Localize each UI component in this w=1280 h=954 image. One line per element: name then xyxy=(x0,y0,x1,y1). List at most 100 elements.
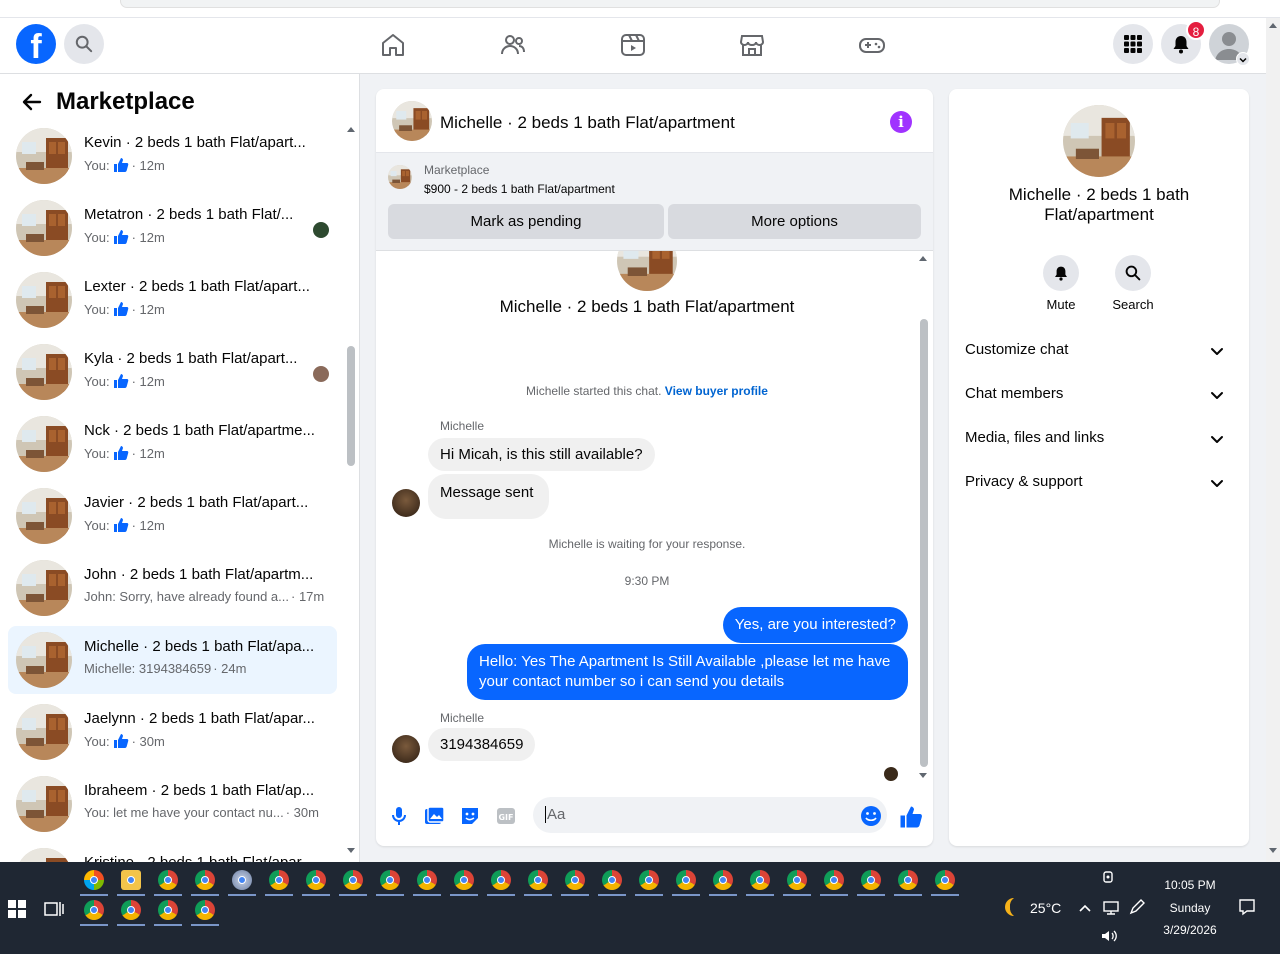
conversation-item[interactable]: Nck · 2 beds 1 bath Flat/apartme... You: ·… xyxy=(8,410,337,478)
conversation-item[interactable]: Kyla · 2 beds 1 bath Flat/apart... You: · … xyxy=(8,338,337,406)
chevron-up-icon[interactable] xyxy=(1078,902,1092,914)
temperature[interactable]: 25°C xyxy=(1030,900,1061,916)
taskbar-app-icon[interactable] xyxy=(639,870,659,890)
microphone-icon[interactable] xyxy=(388,805,410,827)
mark-as-pending-button[interactable]: Mark as pending xyxy=(388,204,664,239)
taskbar-app-icon[interactable] xyxy=(121,870,141,890)
taskbar-app-icon[interactable] xyxy=(602,870,622,890)
taskbar-app-icon[interactable] xyxy=(195,900,215,920)
taskbar-app-icon[interactable] xyxy=(824,870,844,890)
taskbar-app-icon[interactable] xyxy=(861,870,881,890)
search-button[interactable] xyxy=(64,24,104,64)
sidebar-scrollbar[interactable] xyxy=(347,346,355,466)
listing-small-thumbnail[interactable] xyxy=(388,165,412,189)
conversation-item[interactable]: Ibraheem · 2 beds 1 bath Flat/ap... You: … xyxy=(8,770,337,838)
outgoing-message[interactable]: Yes, are you interested? xyxy=(722,607,908,643)
home-icon[interactable] xyxy=(380,32,406,58)
more-options-button[interactable]: More options xyxy=(668,204,921,239)
clock-time[interactable]: 10:05 PM xyxy=(1150,878,1230,892)
taskbar-app-icon[interactable] xyxy=(158,900,178,920)
details-thumbnail[interactable] xyxy=(1063,105,1135,177)
taskbar-app-icon[interactable] xyxy=(528,870,548,890)
taskbar-app-icon[interactable] xyxy=(565,870,585,890)
customize-chat-section[interactable]: Customize chat xyxy=(965,341,1233,365)
mute-button[interactable]: Mute xyxy=(1031,255,1091,312)
conversation-item[interactable]: Kevin · 2 beds 1 bath Flat/apart... You: ·… xyxy=(8,122,337,190)
conversation-item[interactable]: Jaelynn · 2 beds 1 bath Flat/apar... You:… xyxy=(8,698,337,766)
taskbar-app-icon[interactable] xyxy=(417,870,437,890)
taskbar-app-icon[interactable] xyxy=(935,870,955,890)
conversation-item[interactable]: John · 2 beds 1 bath Flat/apartm... John:… xyxy=(8,554,337,622)
scroll-down-arrow-icon[interactable] xyxy=(1268,846,1278,856)
chat-members-section[interactable]: Chat members xyxy=(965,385,1233,409)
scroll-down-arrow-icon[interactable] xyxy=(346,846,356,856)
privacy-support-section[interactable]: Privacy & support xyxy=(965,473,1233,497)
incoming-message[interactable]: Message sent xyxy=(428,474,550,519)
emoji-icon[interactable] xyxy=(860,805,882,827)
photo-icon[interactable] xyxy=(423,805,445,827)
pen-icon[interactable] xyxy=(1128,898,1146,916)
taskbar-app-icon[interactable] xyxy=(269,870,289,890)
clock-date[interactable]: 3/29/2026 xyxy=(1150,923,1230,937)
gaming-icon[interactable] xyxy=(859,32,885,58)
taskbar-app-icon[interactable] xyxy=(676,870,696,890)
meet-now-icon[interactable] xyxy=(1102,870,1116,884)
info-icon[interactable]: i xyxy=(890,111,912,133)
speaker-icon[interactable] xyxy=(1100,928,1118,944)
taskbar-app-icon[interactable] xyxy=(454,870,474,890)
taskbar-app-icon[interactable] xyxy=(787,870,807,890)
windows-start-icon[interactable] xyxy=(8,900,26,918)
thread-scrollbar[interactable] xyxy=(920,319,928,767)
incoming-message[interactable]: Hi Micah, is this still available? xyxy=(428,438,655,471)
account-dropdown[interactable] xyxy=(1236,52,1250,66)
conversation-item[interactable]: Javier · 2 beds 1 bath Flat/apart... You:… xyxy=(8,482,337,550)
facebook-logo[interactable]: f xyxy=(16,24,56,64)
listing-description[interactable]: $900 - 2 beds 1 bath Flat/apartment xyxy=(424,182,615,196)
search-in-chat-button[interactable]: Search xyxy=(1103,255,1163,312)
taskbar-app-icon[interactable] xyxy=(750,870,770,890)
scroll-up-arrow-icon[interactable] xyxy=(1268,20,1278,30)
marketplace-icon[interactable] xyxy=(739,32,765,58)
taskbar-app-icon[interactable] xyxy=(232,870,252,890)
listing-thumbnail[interactable] xyxy=(392,101,432,141)
conversation-item[interactable]: Michelle · 2 beds 1 bath Flat/apa... Mich… xyxy=(8,626,337,694)
taskbar-app-icon[interactable] xyxy=(380,870,400,890)
scroll-down-arrow-icon[interactable] xyxy=(918,771,928,781)
taskbar-app-icon[interactable] xyxy=(306,870,326,890)
notification-center-icon[interactable] xyxy=(1238,898,1256,916)
network-icon[interactable] xyxy=(1102,900,1120,916)
menu-button[interactable] xyxy=(1113,24,1153,64)
incoming-message[interactable]: 3194384659 xyxy=(428,728,536,761)
friends-icon[interactable] xyxy=(500,32,526,58)
conversation-item[interactable]: Lexter · 2 beds 1 bath Flat/apart... You:… xyxy=(8,266,337,334)
message-input[interactable]: Aa xyxy=(533,797,887,833)
scroll-up-arrow-icon[interactable] xyxy=(346,124,356,134)
taskbar-app-icon[interactable] xyxy=(343,870,363,890)
video-icon[interactable] xyxy=(620,32,646,58)
taskbar-app-icon[interactable] xyxy=(121,900,141,920)
sticker-icon[interactable] xyxy=(459,805,481,827)
sender-avatar[interactable] xyxy=(392,489,420,517)
clock-day[interactable]: Sunday xyxy=(1150,901,1230,915)
sender-avatar[interactable] xyxy=(392,735,420,763)
taskbar-app-icon[interactable] xyxy=(158,870,178,890)
taskbar-app-icon[interactable] xyxy=(84,870,104,890)
view-buyer-profile-link[interactable]: View buyer profile xyxy=(665,384,768,398)
address-bar[interactable] xyxy=(120,0,1220,8)
gif-icon[interactable]: GIF xyxy=(495,805,517,827)
media-files-links-section[interactable]: Media, files and links xyxy=(965,429,1233,453)
task-view-icon[interactable] xyxy=(44,900,64,918)
outgoing-message[interactable]: Hello: Yes The Apartment Is Still Availa… xyxy=(467,644,908,700)
taskbar-app-icon[interactable] xyxy=(84,900,104,920)
taskbar-app-icon[interactable] xyxy=(195,870,215,890)
taskbar-app-icon[interactable] xyxy=(491,870,511,890)
back-arrow-icon[interactable] xyxy=(22,92,42,112)
page-scrollbar[interactable] xyxy=(1266,18,1280,862)
conversation-item[interactable]: Metatron · 2 beds 1 bath Flat/... You: · 1… xyxy=(8,194,337,262)
like-icon[interactable] xyxy=(899,805,923,829)
scroll-up-arrow-icon[interactable] xyxy=(918,253,928,263)
conversation-item[interactable]: Kristine · 2 beds 1 bath Flat/apar... xyxy=(8,842,337,862)
taskbar-app-icon[interactable] xyxy=(713,870,733,890)
taskbar-app-icon[interactable] xyxy=(898,870,918,890)
chat-title[interactable]: Michelle · 2 beds 1 bath Flat/apartment xyxy=(440,113,735,133)
